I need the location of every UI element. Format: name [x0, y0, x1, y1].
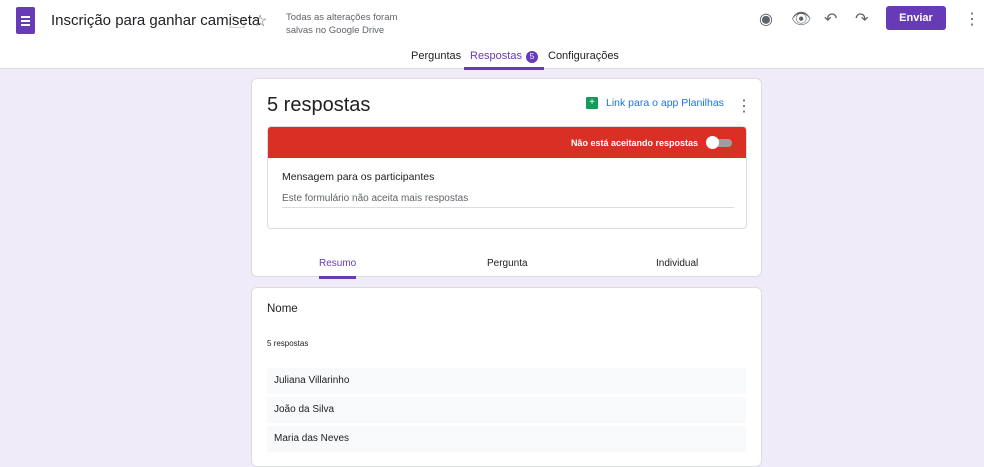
tab-label: Respostas — [470, 50, 522, 62]
answer-row: Maria das Neves — [267, 426, 746, 452]
undo-icon[interactable]: ↶ — [824, 9, 837, 29]
more-vert-icon[interactable]: ⋮ — [736, 96, 752, 116]
question-card: Nome 5 respostas Juliana Villarinho João… — [251, 287, 762, 467]
top-bar: Inscrição para ganhar camiseta 🗀 ☆ Todas… — [0, 0, 984, 70]
more-vert-icon[interactable]: ⋮ — [964, 9, 980, 29]
redo-icon[interactable]: ↷ — [855, 9, 868, 29]
tab-perguntas[interactable]: Perguntas — [411, 50, 461, 62]
save-status: Todas as alterações foram salvas no Goog… — [286, 12, 398, 36]
responses-badge: 5 — [525, 51, 538, 63]
send-button[interactable]: Enviar — [886, 6, 946, 30]
folder-icon[interactable]: 🗀 — [229, 12, 245, 39]
not-accepting-label: Não está aceitando respostas — [570, 137, 698, 148]
subtab-resumo[interactable]: Resumo — [319, 258, 357, 279]
accepting-panel: Não está aceitando respostas Mensagem pa… — [267, 126, 747, 229]
question-title: Nome — [267, 303, 298, 315]
subtab-individual[interactable]: Individual — [656, 258, 698, 269]
tab-respostas[interactable]: Respostas 5 — [464, 50, 544, 70]
answer-row: João da Silva — [267, 397, 746, 423]
preview-eye-icon[interactable]: 👁 — [791, 9, 811, 29]
sheets-link[interactable]: + Link para o app Planilhas — [586, 97, 724, 109]
responses-card: 5 respostas + Link para o app Planilhas … — [251, 78, 762, 279]
answer-row: Juliana Villarinho — [267, 368, 746, 394]
accepting-toggle[interactable] — [706, 135, 732, 149]
tab-configuracoes[interactable]: Configurações — [548, 50, 619, 62]
not-accepting-bar: Não está aceitando respostas — [268, 127, 746, 158]
forms-logo-icon[interactable] — [16, 7, 35, 34]
message-label: Mensagem para os participantes — [282, 171, 435, 183]
responses-count-title: 5 respostas — [267, 94, 371, 116]
question-response-count: 5 respostas — [267, 339, 309, 348]
sheets-link-label: Link para o app Planilhas — [606, 97, 724, 109]
sheets-icon: + — [586, 97, 598, 109]
message-input[interactable]: Este formulário não aceita mais resposta… — [282, 193, 734, 208]
palette-icon[interactable]: ◉ — [759, 9, 773, 29]
subtab-pergunta[interactable]: Pergunta — [487, 258, 528, 269]
star-icon[interactable]: ☆ — [253, 11, 267, 31]
